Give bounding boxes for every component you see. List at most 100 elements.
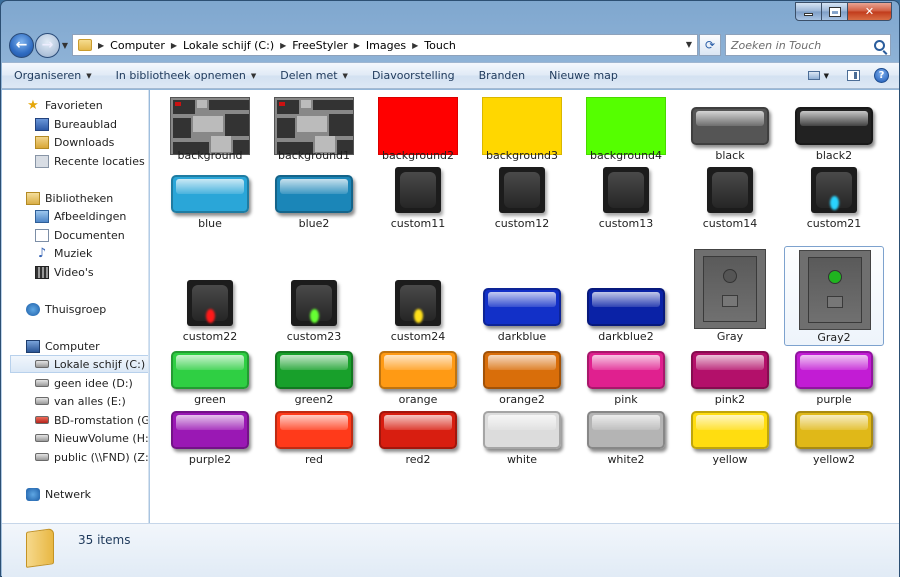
file-item[interactable]: yellow2 <box>784 411 884 469</box>
help-icon[interactable]: ? <box>874 68 889 83</box>
breadcrumb-touch[interactable]: Touch <box>424 39 456 52</box>
file-item[interactable]: purple2 <box>160 411 260 469</box>
file-item[interactable]: custom13 <box>576 167 676 233</box>
file-item[interactable]: custom24 <box>368 246 468 346</box>
nav-item-pictures[interactable]: Afbeeldingen <box>35 207 148 225</box>
file-item[interactable]: background3 <box>472 97 572 165</box>
nav-item-libraries[interactable]: Bibliotheken <box>26 189 148 207</box>
close-button[interactable]: ✕ <box>848 2 892 21</box>
file-item[interactable]: custom23 <box>264 246 364 346</box>
minimize-button[interactable] <box>795 2 822 21</box>
breadcrumb-separator-icon[interactable]: ▶ <box>354 41 360 50</box>
address-dropdown-icon[interactable]: ▼ <box>686 40 692 49</box>
search-icon[interactable] <box>874 39 885 51</box>
file-item[interactable]: custom12 <box>472 167 572 233</box>
file-item[interactable]: blue <box>160 175 260 233</box>
nav-item-drive-g[interactable]: BD-romstation (G:) N <box>35 411 149 429</box>
address-bar[interactable]: ▶ Computer ▶ Lokale schijf (C:) ▶ FreeSt… <box>72 34 698 56</box>
nav-item-desktop[interactable]: Bureaublad <box>35 115 148 133</box>
nav-item-homegroup[interactable]: Thuisgroep <box>26 300 148 318</box>
search-input[interactable]: Zoeken in Touch <box>731 39 821 52</box>
maximize-button[interactable] <box>822 2 848 21</box>
breadcrumb-separator-icon[interactable]: ▶ <box>98 41 104 50</box>
file-name: purple <box>816 393 852 406</box>
file-item[interactable]: custom14 <box>680 167 780 233</box>
file-item[interactable]: pink2 <box>680 351 780 409</box>
file-item[interactable]: red2 <box>368 411 468 469</box>
file-item[interactable]: yellow <box>680 411 780 469</box>
file-item[interactable]: custom22 <box>160 246 260 346</box>
file-item[interactable]: background1 <box>264 97 364 165</box>
organize-menu[interactable]: Organiseren ▼ <box>2 63 104 88</box>
file-item[interactable]: darkblue2 <box>576 246 676 346</box>
nav-item-documents[interactable]: Documenten <box>35 226 148 244</box>
file-name: custom11 <box>390 217 446 230</box>
breadcrumb-images[interactable]: Images <box>366 39 406 52</box>
file-item[interactable]: custom11 <box>368 167 468 233</box>
nav-item-drive-e[interactable]: van alles (E:) <box>35 392 148 410</box>
view-dropdown-icon[interactable]: ▼ <box>824 72 829 80</box>
nav-item-drive-c[interactable]: Lokale schijf (C:) <box>10 355 148 373</box>
include-library-menu[interactable]: In bibliotheek opnemen ▼ <box>104 63 269 88</box>
file-name: black <box>715 149 745 162</box>
burn-button[interactable]: Branden <box>467 63 538 88</box>
recent-pages-dropdown[interactable]: ▼ <box>60 41 70 50</box>
file-item[interactable]: darkblue <box>472 246 572 346</box>
nav-item-recent[interactable]: Recente locaties <box>35 152 148 170</box>
change-view-icon[interactable] <box>807 71 820 80</box>
nav-item-computer[interactable]: Computer <box>26 337 148 355</box>
nav-label: BD-romstation (G:) N <box>54 413 149 427</box>
file-item[interactable]: white2 <box>576 411 676 469</box>
nav-item-music[interactable]: ♪ Muziek <box>35 244 148 262</box>
nav-item-favorites[interactable]: ★ Favorieten <box>26 96 148 114</box>
file-item[interactable]: green2 <box>264 351 364 409</box>
file-thumbnail <box>811 167 857 213</box>
file-item[interactable]: black <box>680 97 780 165</box>
share-menu[interactable]: Delen met ▼ <box>268 63 360 88</box>
file-item[interactable]: Gray <box>680 246 780 346</box>
chevron-down-icon: ▼ <box>86 71 92 80</box>
breadcrumb-computer[interactable]: Computer <box>110 39 165 52</box>
file-thumbnail <box>275 175 353 213</box>
file-item[interactable]: blue2 <box>264 175 364 233</box>
nav-item-downloads[interactable]: Downloads <box>35 133 148 151</box>
back-button[interactable]: ← <box>9 32 34 58</box>
nav-label: van alles (E:) <box>54 394 126 408</box>
file-item[interactable]: red <box>264 411 364 469</box>
file-item[interactable]: orange <box>368 351 468 409</box>
file-item[interactable]: pink <box>576 351 676 409</box>
recent-places-icon <box>35 154 49 168</box>
file-item[interactable]: white <box>472 411 572 469</box>
new-folder-button[interactable]: Nieuwe map <box>537 63 630 88</box>
nav-item-network[interactable]: Netwerk <box>26 485 148 503</box>
file-item[interactable]: background <box>160 97 260 165</box>
search-box[interactable]: Zoeken in Touch <box>725 34 891 56</box>
file-thumbnail <box>691 107 769 145</box>
breadcrumb-separator-icon[interactable]: ▶ <box>412 41 418 50</box>
file-thumbnail <box>587 288 665 326</box>
breadcrumb-separator-icon[interactable]: ▶ <box>171 41 177 50</box>
file-item[interactable]: background2 <box>368 97 468 165</box>
nav-item-drive-d[interactable]: geen idee (D:) <box>35 374 148 392</box>
refresh-button[interactable]: ⟳ <box>699 34 721 56</box>
file-item[interactable]: background4 <box>576 97 676 165</box>
file-item[interactable]: purple <box>784 351 884 409</box>
file-item[interactable]: orange2 <box>472 351 572 409</box>
forward-button[interactable]: → <box>35 32 60 58</box>
nav-item-drive-h[interactable]: NieuwVolume (H:) <box>35 429 148 447</box>
breadcrumb-separator-icon[interactable]: ▶ <box>280 41 286 50</box>
preview-pane-icon[interactable] <box>847 70 860 81</box>
nav-item-videos[interactable]: Video's <box>35 263 148 281</box>
breadcrumb-freestyler[interactable]: FreeStyler <box>292 39 348 52</box>
file-thumbnail <box>379 351 457 389</box>
file-name: custom23 <box>286 330 342 343</box>
file-item[interactable]: custom21 <box>784 167 884 233</box>
nav-item-drive-z[interactable]: public (\\FND) (Z:) <box>35 448 148 466</box>
breadcrumb-drive-c[interactable]: Lokale schijf (C:) <box>183 39 274 52</box>
slideshow-button[interactable]: Diavoorstelling <box>360 63 467 88</box>
file-item[interactable]: black2 <box>784 97 884 165</box>
file-item[interactable]: green <box>160 351 260 409</box>
file-item[interactable]: Gray2 <box>784 246 884 346</box>
nav-label: Muziek <box>54 246 93 260</box>
thumbnail-shape <box>313 100 353 110</box>
